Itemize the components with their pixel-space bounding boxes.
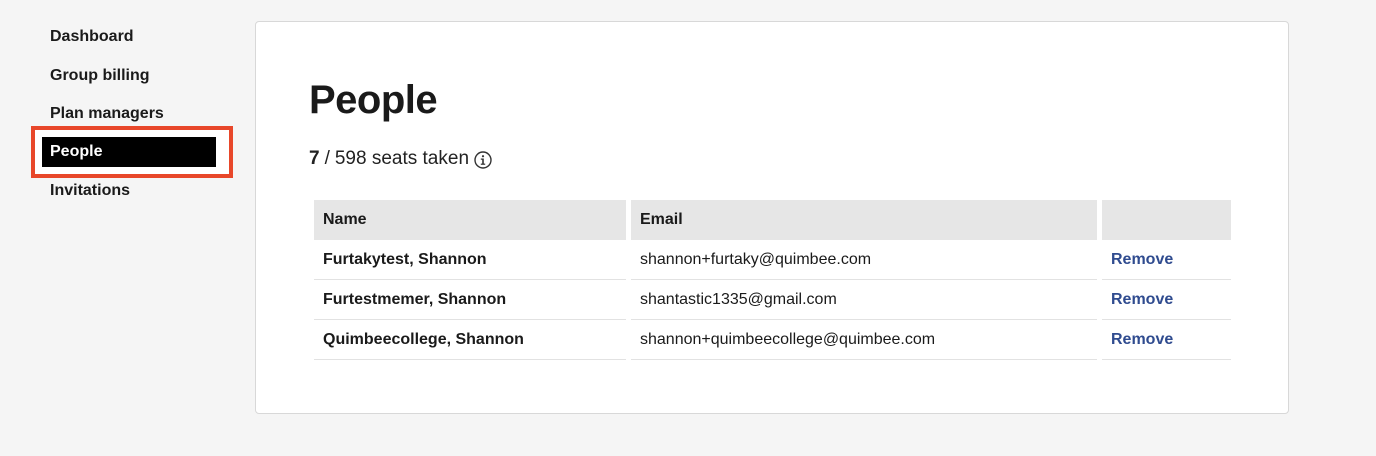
sidebar-item-group-billing[interactable]: Group billing: [50, 61, 150, 91]
remove-button[interactable]: Remove: [1111, 291, 1173, 308]
seats-taken-count: 7: [309, 148, 320, 169]
info-icon[interactable]: [474, 151, 492, 169]
sidebar-item-invitations[interactable]: Invitations: [50, 176, 130, 206]
seats-total-text: 598 seats taken: [334, 148, 470, 169]
person-email: shannon+furtaky@quimbee.com: [631, 240, 1097, 280]
column-header-email: Email: [631, 200, 1097, 240]
sidebar-item-plan-managers[interactable]: Plan managers: [50, 99, 164, 129]
table-row: Furtakytest, Shannon shannon+furtaky@qui…: [314, 240, 1231, 280]
row-actions: Remove: [1102, 280, 1231, 320]
table-header-row: Name Email: [314, 200, 1231, 240]
person-name: Quimbeecollege, Shannon: [314, 320, 626, 360]
remove-button[interactable]: Remove: [1111, 251, 1173, 268]
sidebar-item-dashboard[interactable]: Dashboard: [50, 22, 134, 52]
person-email: shantastic1335@gmail.com: [631, 280, 1097, 320]
table-row: Quimbeecollege, Shannon shannon+quimbeec…: [314, 320, 1231, 360]
remove-button[interactable]: Remove: [1111, 331, 1173, 348]
row-actions: Remove: [1102, 240, 1231, 280]
people-table: Name Email Furtakytest, Shannon shannon+…: [314, 200, 1231, 360]
column-header-actions: [1102, 200, 1231, 240]
column-header-name: Name: [314, 200, 626, 240]
people-card: People 7 / 598 seats taken Name Email Fu…: [255, 21, 1289, 414]
sidebar-highlight-box: People: [31, 126, 233, 178]
sidebar-item-people[interactable]: People: [42, 137, 216, 167]
table-row: Furtestmemer, Shannon shantastic1335@gma…: [314, 280, 1231, 320]
person-name: Furtakytest, Shannon: [314, 240, 626, 280]
seats-separator: /: [324, 148, 330, 169]
sidebar-nav: Dashboard Group billing Plan managers Pe…: [0, 0, 240, 456]
page-title: People: [309, 78, 438, 122]
person-email: shannon+quimbeecollege@quimbee.com: [631, 320, 1097, 360]
row-actions: Remove: [1102, 320, 1231, 360]
person-name: Furtestmemer, Shannon: [314, 280, 626, 320]
seats-summary: 7 / 598 seats taken: [309, 146, 492, 172]
app-layout: Dashboard Group billing Plan managers Pe…: [0, 0, 1376, 456]
